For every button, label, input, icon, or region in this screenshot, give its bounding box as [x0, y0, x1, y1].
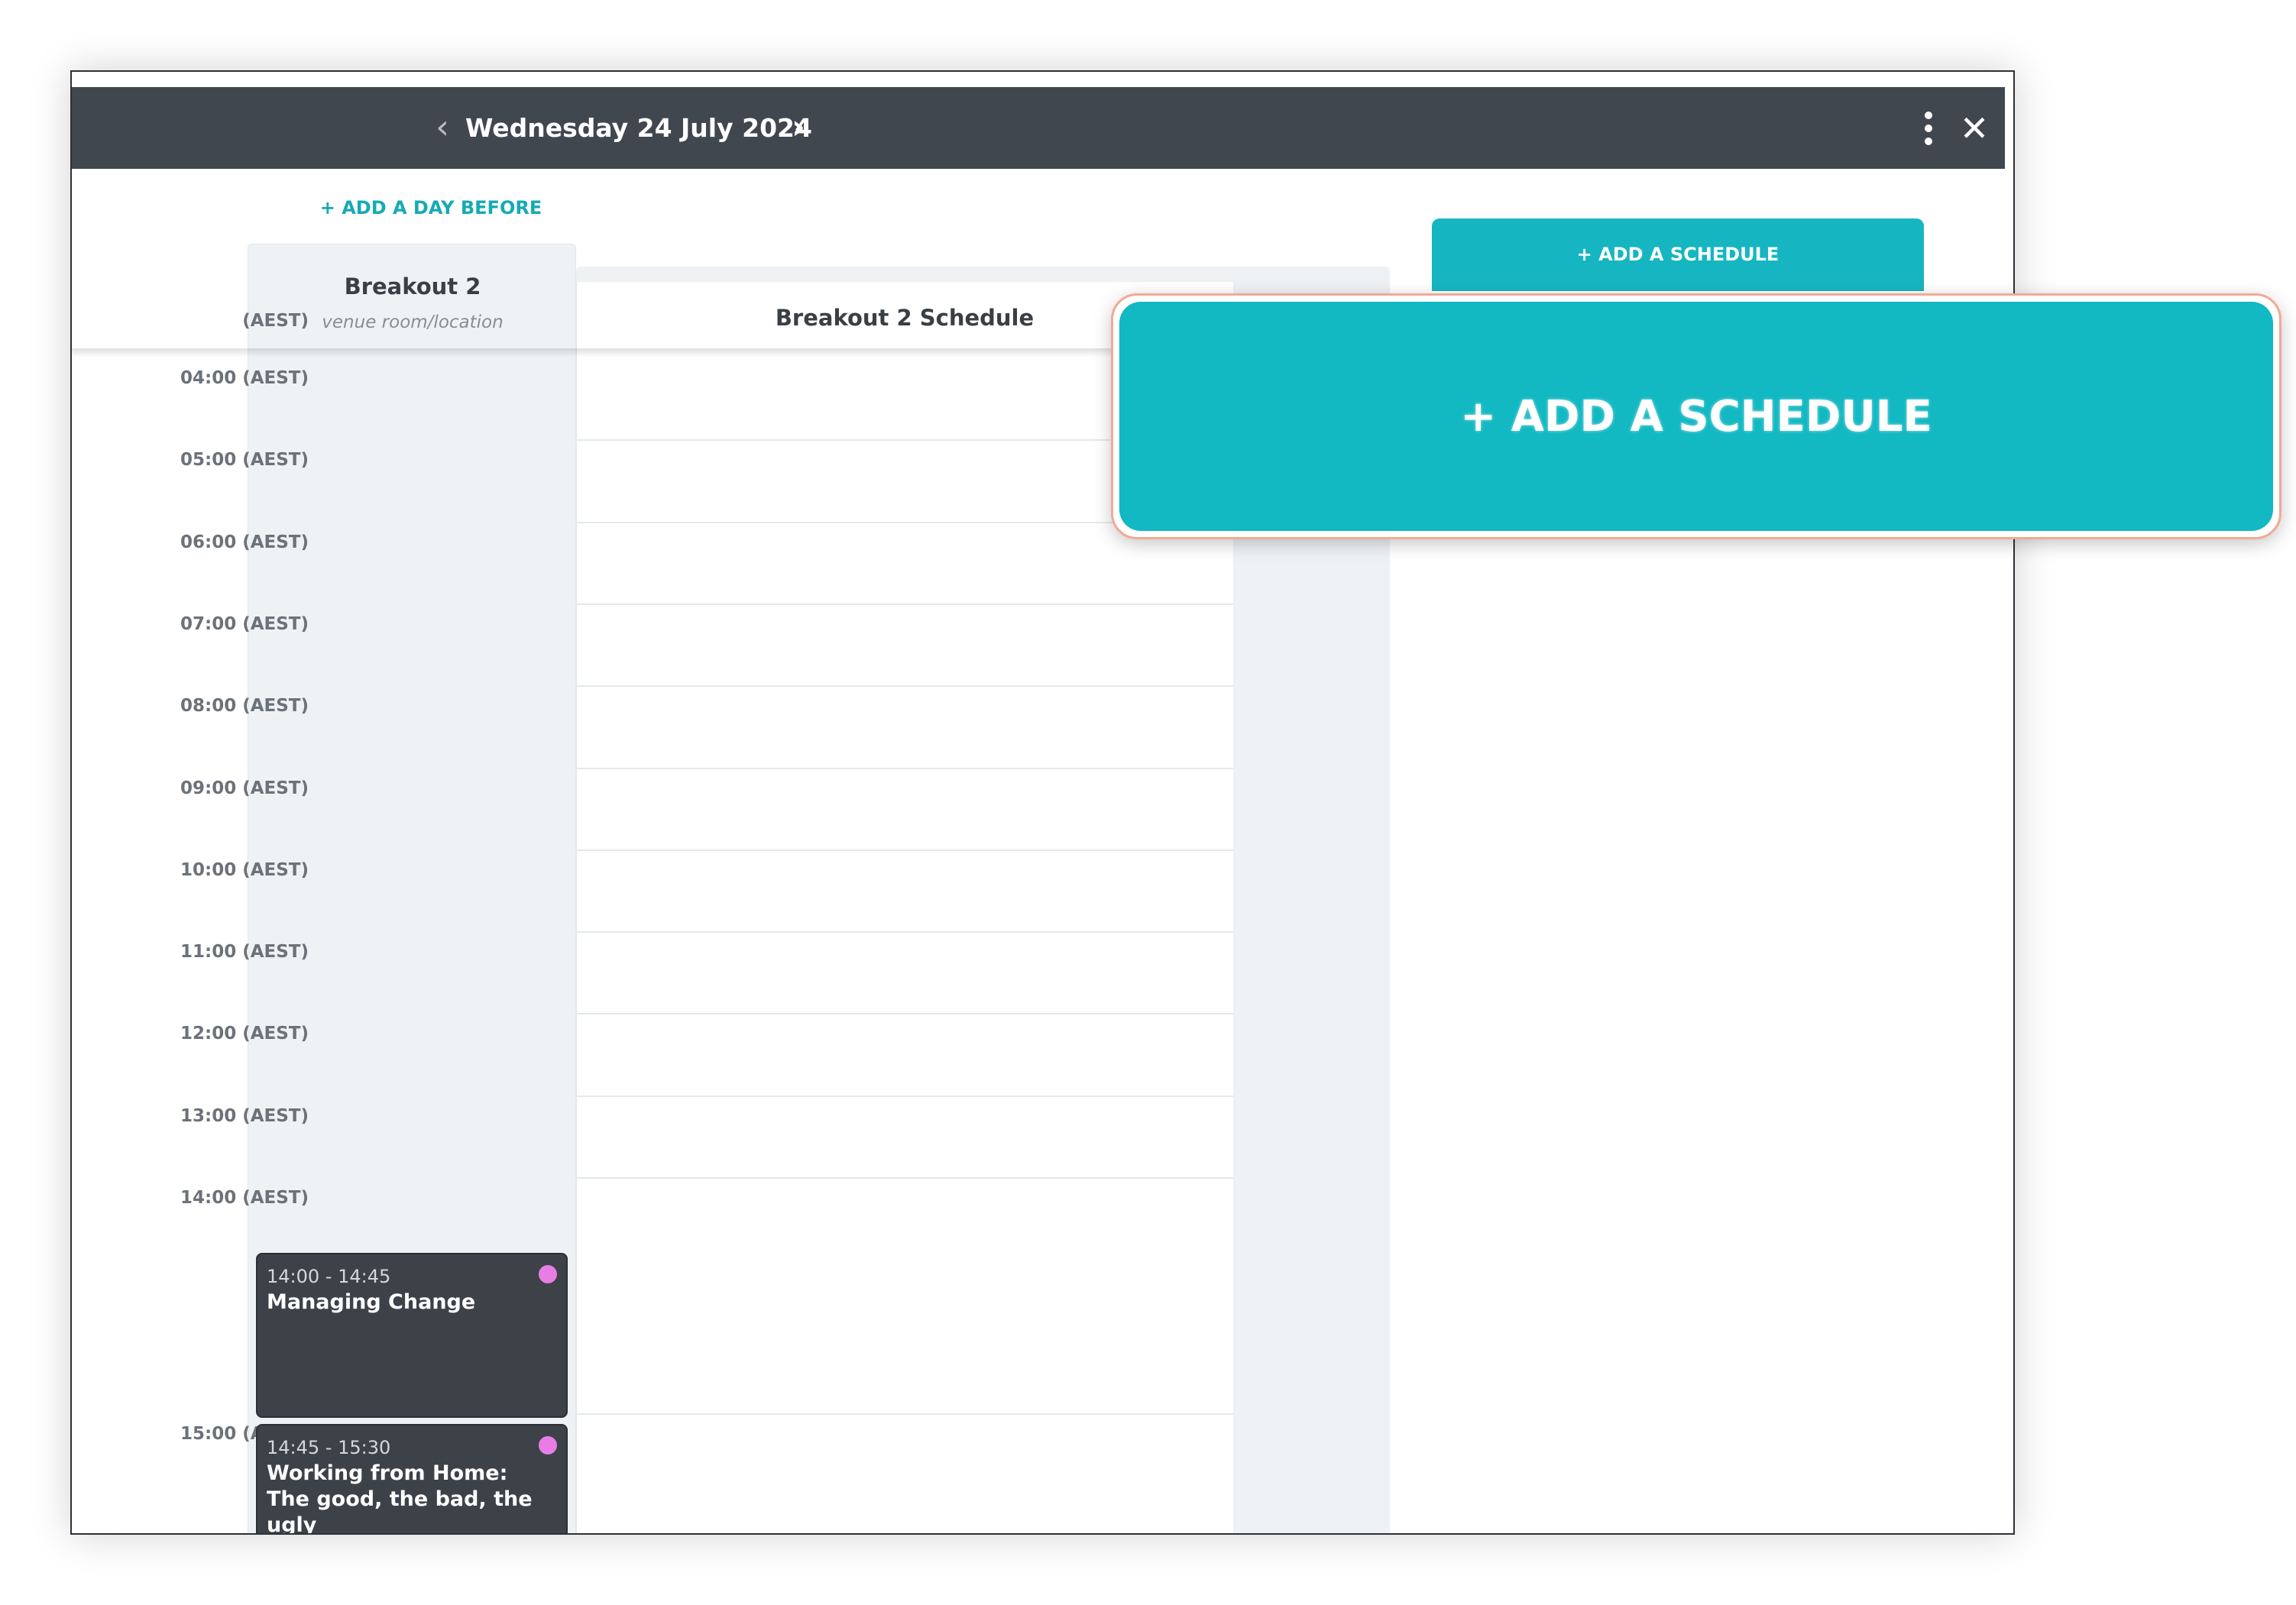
time-label: 08:00 (AEST) — [180, 696, 309, 717]
status-dot-icon — [539, 1436, 557, 1455]
time-label: 05:00 (AEST) — [180, 450, 309, 471]
add-schedule-zoom-callout: + ADD A SCHEDULE — [1111, 293, 2281, 539]
event-time: 14:45 - 15:30 — [267, 1437, 391, 1458]
date-header-bar: ‹ Wednesday 24 July 2024 › ✕ — [72, 87, 2005, 169]
close-icon[interactable]: ✕ — [1951, 105, 1997, 151]
timezone-label: (AEST) — [242, 311, 309, 331]
time-grid-line — [576, 1413, 1233, 1415]
chevron-left-icon[interactable]: ‹ — [423, 108, 461, 147]
event-card[interactable]: 14:00 - 14:45 Managing Change — [256, 1253, 568, 1418]
time-grid-line — [576, 1095, 1233, 1097]
time-label: 12:00 (AEST) — [180, 1024, 309, 1044]
event-title: Working from Home: The good, the bad, th… — [267, 1461, 533, 1535]
vertical-dots-icon[interactable] — [1913, 105, 1944, 151]
status-dot-icon — [539, 1265, 557, 1283]
event-card[interactable]: 14:45 - 15:30 Working from Home: The goo… — [256, 1424, 568, 1535]
event-title: Managing Change — [267, 1290, 476, 1314]
time-label: 11:00 (AEST) — [180, 942, 309, 963]
time-grid-line — [576, 1177, 1233, 1179]
room-name[interactable]: Breakout 2 — [248, 271, 577, 302]
time-label: 10:00 (AEST) — [180, 859, 309, 880]
add-schedule-button[interactable]: + ADD A SCHEDULE — [1432, 218, 1924, 291]
time-label: 06:00 (AEST) — [180, 532, 309, 552]
event-time: 14:00 - 14:45 — [267, 1266, 391, 1287]
current-date-title: Wednesday 24 July 2024 — [465, 113, 812, 143]
schedule-window: ‹ Wednesday 24 July 2024 › ✕ + ADD A DAY… — [70, 70, 2015, 1535]
time-label: 13:00 (AEST) — [180, 1105, 309, 1126]
time-label: 07:00 (AEST) — [180, 613, 309, 634]
time-grid-line — [576, 603, 1233, 605]
time-grid-line — [576, 1013, 1233, 1015]
time-grid-line — [576, 767, 1233, 769]
time-grid-line — [576, 849, 1233, 851]
add-schedule-button-zoomed[interactable]: + ADD A SCHEDULE — [1119, 302, 2273, 531]
time-label: 04:00 (AEST) — [180, 368, 309, 388]
time-label: 14:00 (AEST) — [180, 1188, 309, 1208]
time-label: 09:00 (AEST) — [180, 778, 309, 798]
time-grid-line — [576, 931, 1233, 934]
chevron-right-icon[interactable]: › — [779, 108, 818, 147]
add-day-before-button[interactable]: + ADD A DAY BEFORE — [316, 193, 546, 223]
time-grid-line — [576, 685, 1233, 688]
header-divider — [72, 348, 1233, 358]
